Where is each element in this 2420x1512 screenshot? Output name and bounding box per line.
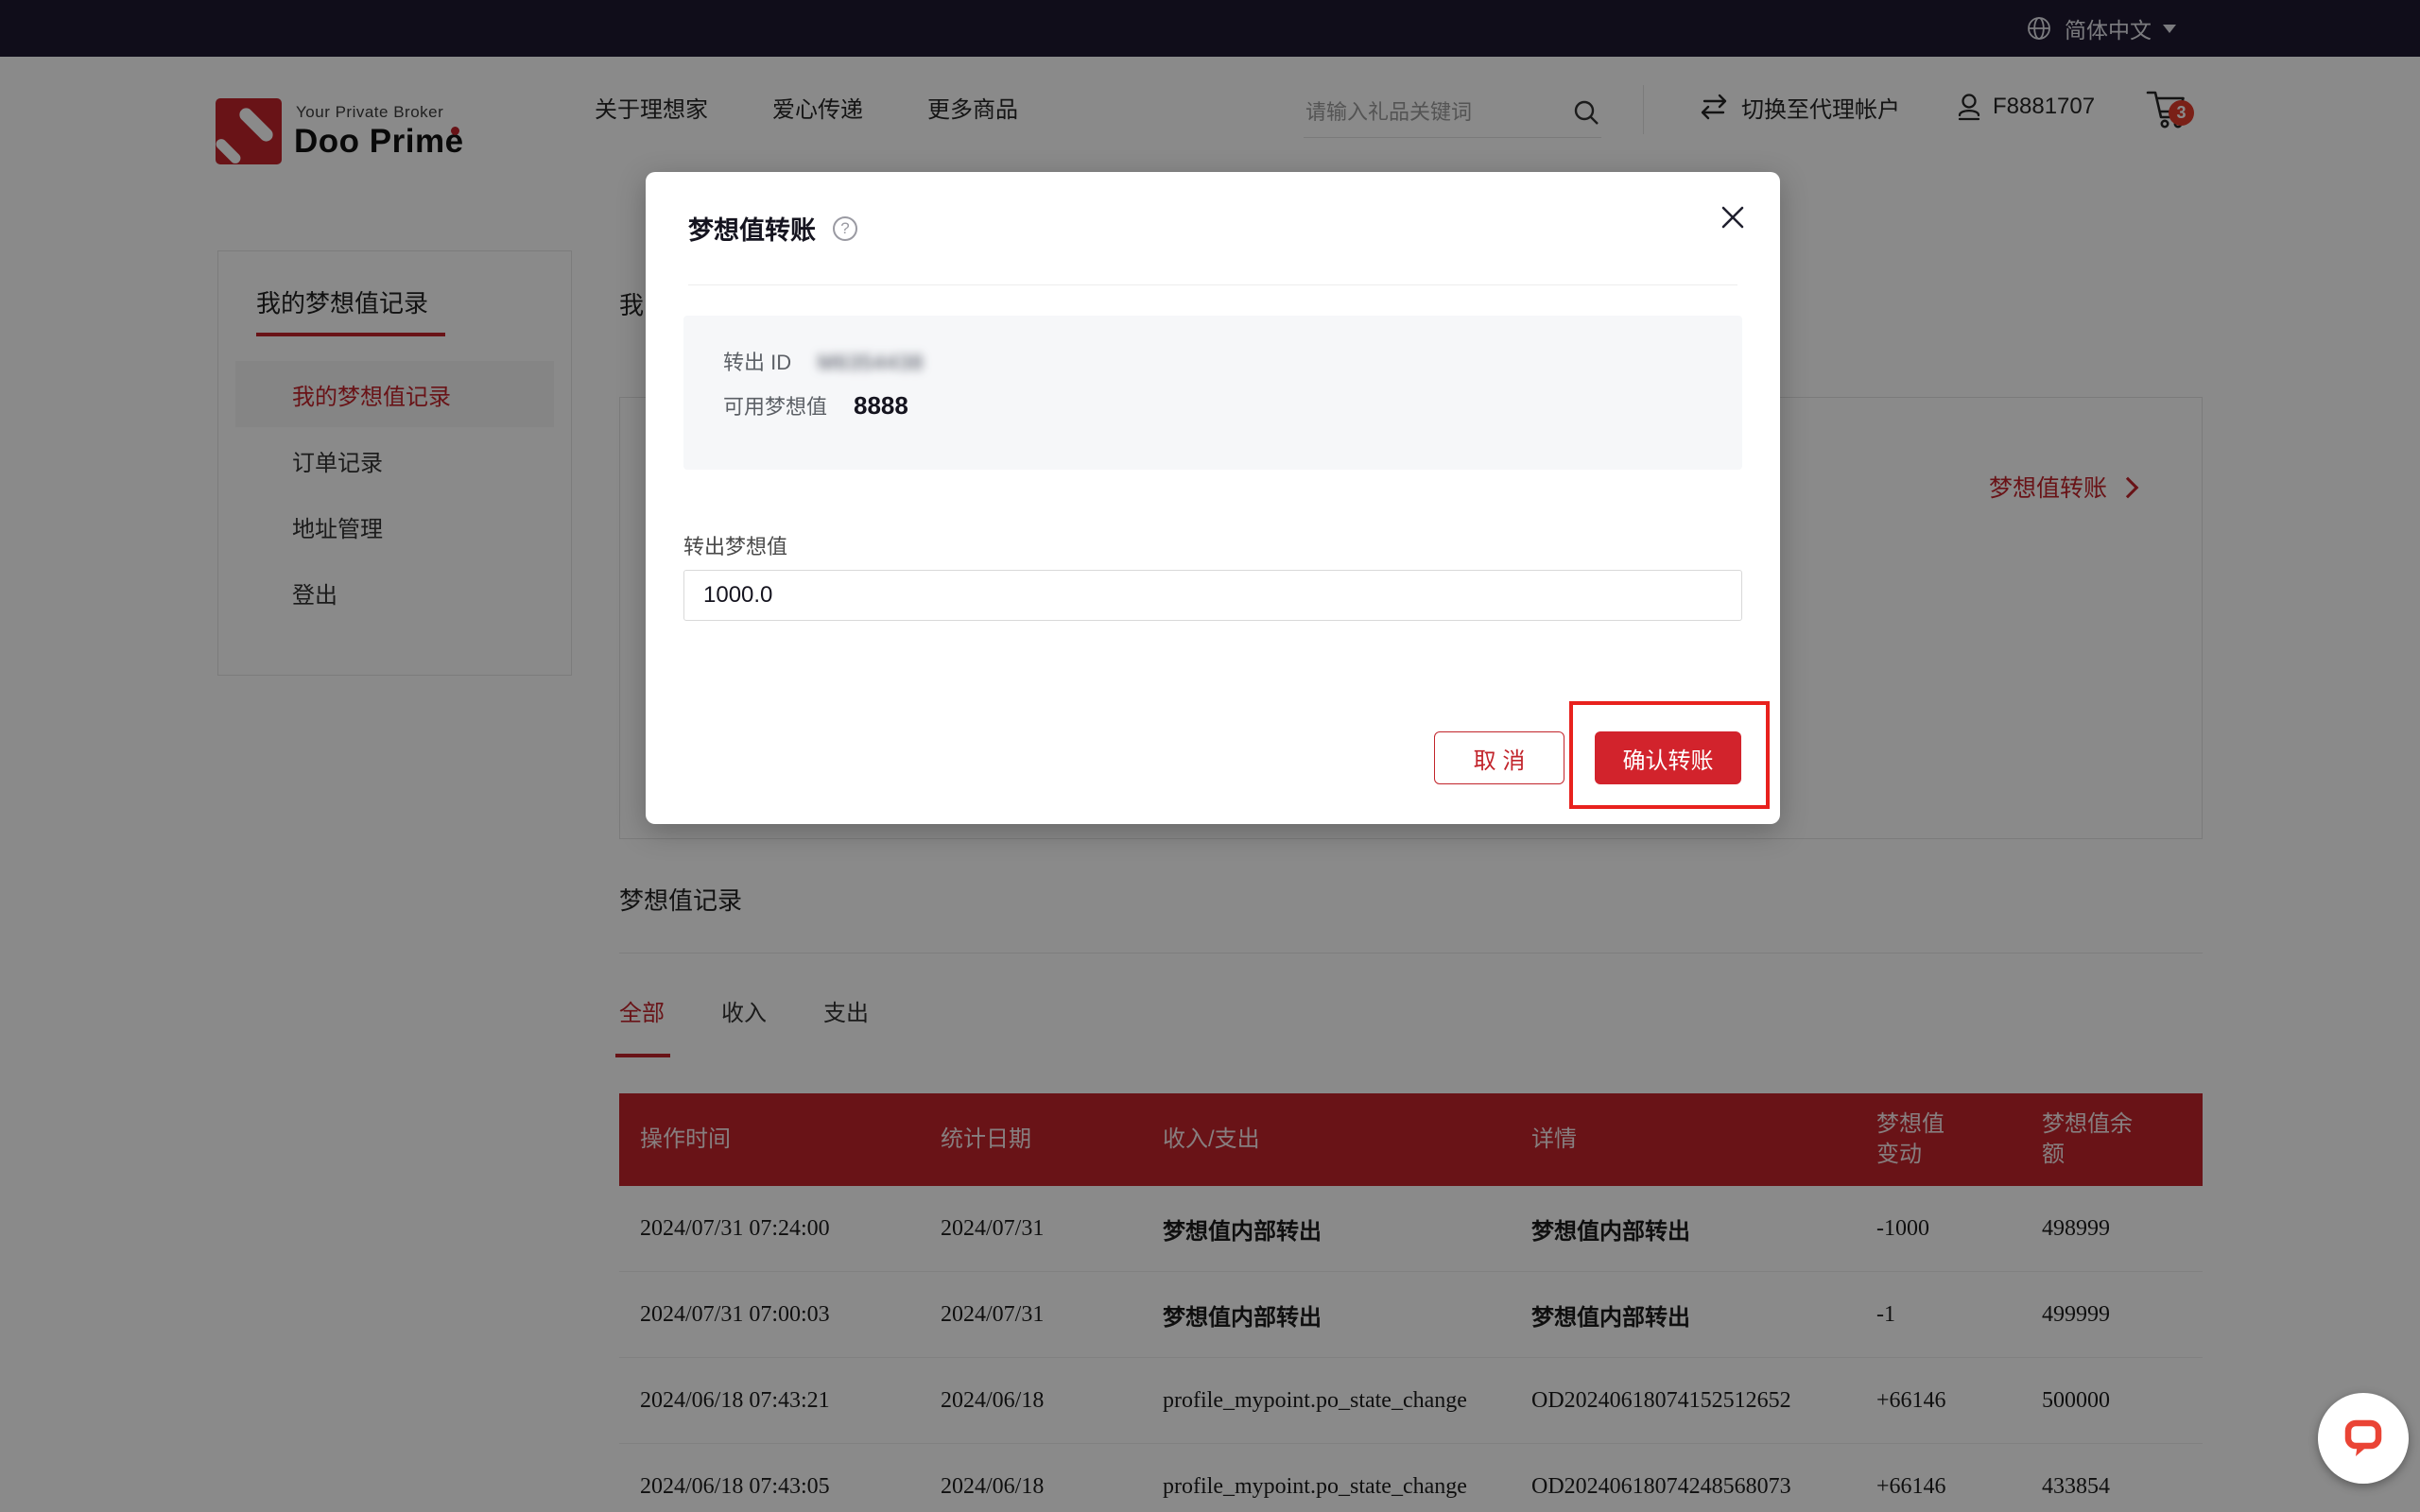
- help-icon[interactable]: ?: [833, 216, 857, 241]
- annotation-highlight-box: [1569, 701, 1770, 809]
- amount-label: 转出梦想值: [683, 530, 1742, 560]
- modal-divider: [688, 284, 1737, 285]
- page: 简体中文 Your Private Broker Doo Prime 关于理想家…: [0, 0, 2420, 1512]
- transfer-info-panel: 转出 ID M6354438 可用梦想值 8888: [683, 316, 1742, 470]
- chat-widget-button[interactable]: [2318, 1393, 2409, 1484]
- available-value-row: 可用梦想值 8888: [723, 390, 1742, 422]
- transfer-id-label: 转出 ID: [723, 346, 791, 376]
- transfer-id-value: M6354438: [818, 351, 924, 375]
- close-icon[interactable]: [1716, 200, 1750, 234]
- available-value: 8888: [854, 391, 908, 421]
- modal-title: 梦想值转账: [688, 210, 816, 247]
- amount-input[interactable]: [683, 570, 1742, 621]
- transfer-id-row: 转出 ID M6354438: [723, 346, 1742, 378]
- available-label: 可用梦想值: [723, 390, 827, 421]
- modal-header: 梦想值转账 ?: [646, 172, 1780, 247]
- cancel-button[interactable]: 取 消: [1434, 731, 1564, 784]
- chat-bubble-icon: [2341, 1416, 2386, 1461]
